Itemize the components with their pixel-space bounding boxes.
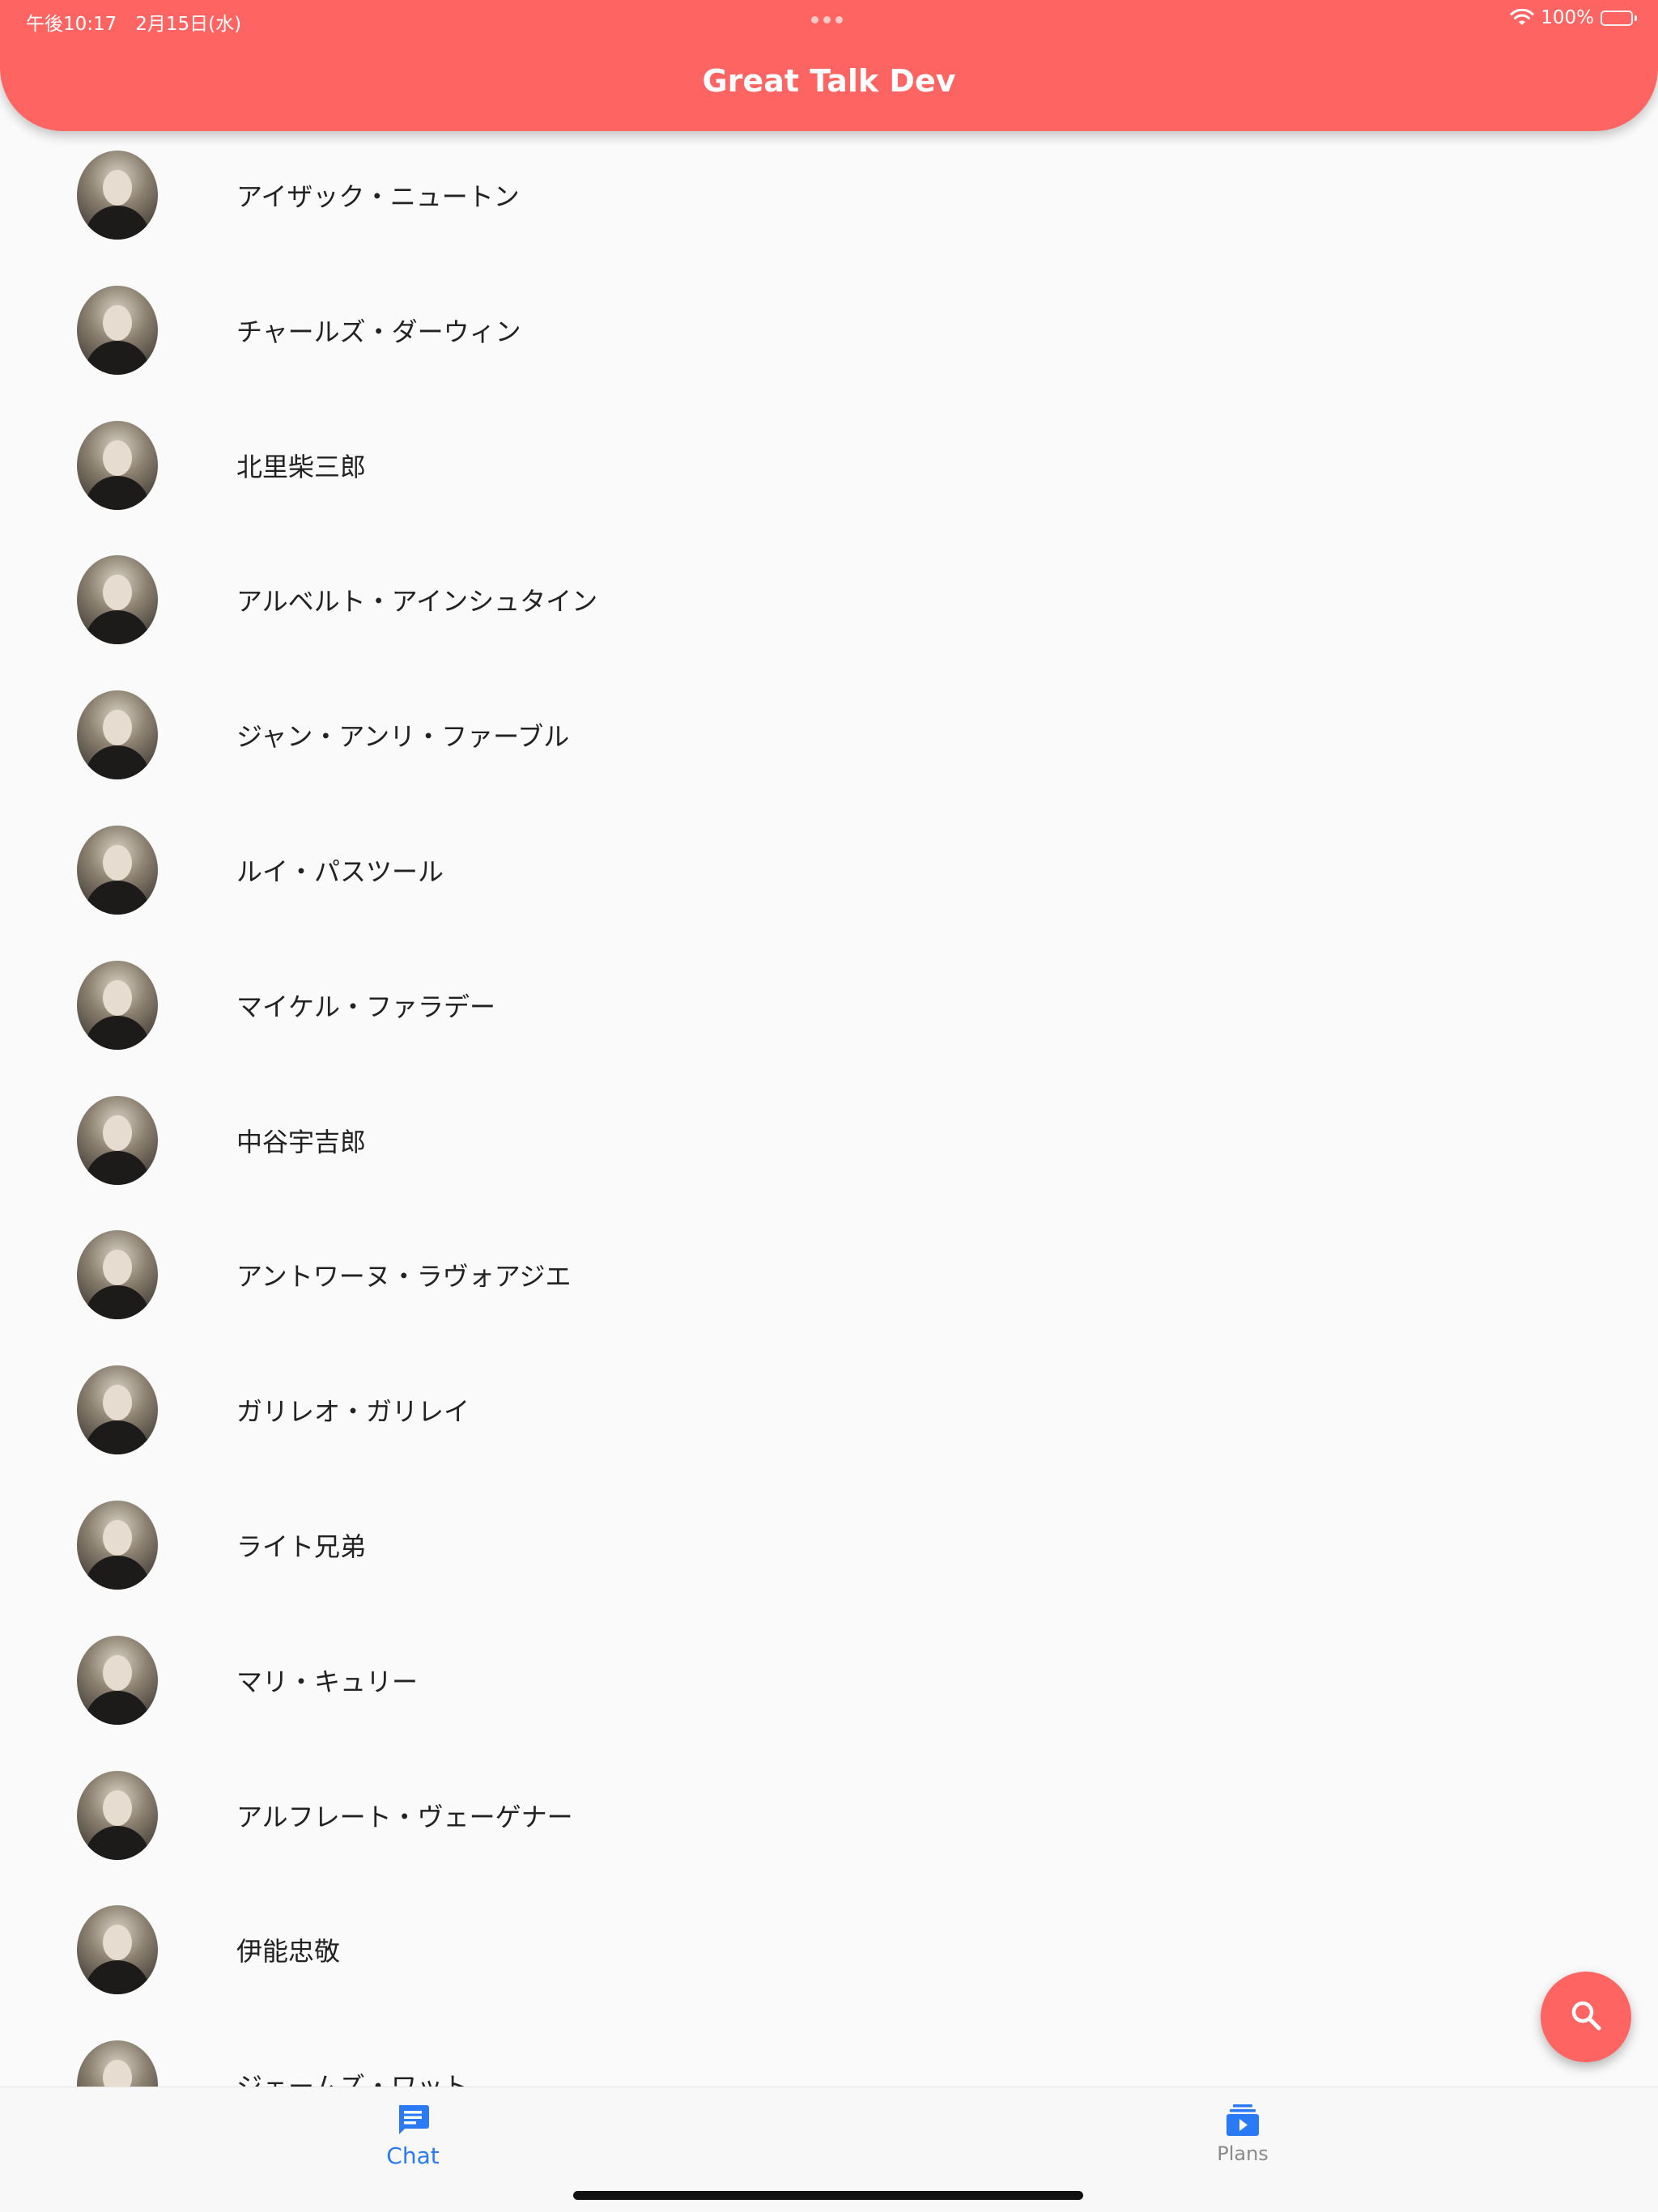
app-header: 午後10:17 2月15日(水) 100% Great Talk Dev <box>0 0 1658 131</box>
avatar <box>77 1230 158 1320</box>
avatar <box>77 1365 158 1455</box>
list-item[interactable]: ガリレオ・ガリレイ <box>0 1343 1658 1477</box>
avatar <box>77 960 158 1050</box>
list-item-label: マイケル・ファラデー <box>236 991 496 1022</box>
list-item[interactable]: ジェームズ・ワット <box>0 2018 1658 2087</box>
avatar <box>77 826 158 915</box>
list-item[interactable]: アントワーヌ・ラヴォアジエ <box>0 1208 1658 1342</box>
list-item[interactable]: ライト兄弟 <box>0 1478 1658 1612</box>
wifi-icon <box>1510 9 1534 27</box>
battery-percent: 100% <box>1541 7 1594 28</box>
bottom-navigation: Chat Plans <box>0 2087 1658 2212</box>
tab-plans[interactable]: Plans <box>1162 2102 1324 2165</box>
tab-plans-label: Plans <box>1217 2142 1269 2165</box>
home-indicator[interactable] <box>573 2191 1083 2200</box>
list-item-label: 北里柴三郎 <box>236 451 367 482</box>
avatar <box>77 1501 158 1590</box>
list-item[interactable]: チャールズ・ダーウィン <box>0 263 1658 397</box>
list-item[interactable]: マイケル・ファラデー <box>0 938 1658 1072</box>
status-right: 100% <box>1510 7 1637 28</box>
search-fab-button[interactable] <box>1541 1972 1631 2062</box>
avatar <box>77 1095 158 1185</box>
list-item-label: チャールズ・ダーウィン <box>236 316 521 347</box>
list-item[interactable]: 北里柴三郎 <box>0 398 1658 533</box>
status-time-date: 午後10:17 2月15日(水) <box>26 14 242 35</box>
battery-icon <box>1601 10 1637 26</box>
list-item-label: アルフレート・ヴェーゲナー <box>236 1801 573 1832</box>
list-item-label: 中谷宇吉郎 <box>236 1126 367 1157</box>
list-item[interactable]: アルベルト・アインシュタイン <box>0 533 1658 667</box>
avatar <box>77 1770 158 1860</box>
person-list[interactable]: アイザック・ニュートン チャールズ・ダーウィン 北里柴三郎アルベルト・アインシュタイ… <box>0 0 1658 2087</box>
list-item[interactable]: アルフレート・ヴェーゲナー <box>0 1748 1658 1883</box>
avatar <box>77 690 158 780</box>
subscriptions-icon <box>1162 2102 1324 2138</box>
list-item[interactable]: マリ・キュリー <box>0 1613 1658 1747</box>
tab-chat[interactable]: Chat <box>332 2102 494 2169</box>
avatar <box>77 151 158 240</box>
list-item[interactable]: ジャン・アンリ・ファーブル <box>0 668 1658 802</box>
tab-chat-label: Chat <box>386 2142 440 2169</box>
list-item[interactable]: ルイ・パスツール <box>0 803 1658 937</box>
avatar <box>77 555 158 645</box>
avatar <box>77 1635 158 1725</box>
list-item-label: アイザック・ニュートン <box>236 181 520 212</box>
page-title: Great Talk Dev <box>702 63 956 99</box>
list-item-label: マリ・キュリー <box>236 1666 419 1697</box>
list-item-label: ジャン・アンリ・ファーブル <box>236 721 570 753</box>
list-item[interactable]: アイザック・ニュートン <box>0 128 1658 262</box>
avatar <box>77 2040 158 2087</box>
list-item-label: アントワーヌ・ラヴォアジエ <box>236 1261 572 1293</box>
list-item-label: ガリレオ・ガリレイ <box>236 1396 470 1428</box>
list-item-label: ライト兄弟 <box>236 1531 367 1562</box>
multitasking-dots-icon[interactable] <box>811 16 843 23</box>
list-item[interactable]: 伊能忠敬 <box>0 1883 1658 2017</box>
list-item-label: ルイ・パスツール <box>236 856 444 887</box>
search-icon <box>1568 1998 1604 2036</box>
avatar <box>77 285 158 375</box>
list-item-label: 伊能忠敬 <box>236 1936 341 1968</box>
avatar <box>77 420 158 510</box>
list-item-label: アルベルト・アインシュタイン <box>236 586 598 618</box>
chat-icon <box>332 2102 494 2138</box>
list-item-label: ジェームズ・ワット <box>236 2066 469 2087</box>
avatar <box>77 1905 158 1995</box>
list-item[interactable]: 中谷宇吉郎 <box>0 1073 1658 1208</box>
